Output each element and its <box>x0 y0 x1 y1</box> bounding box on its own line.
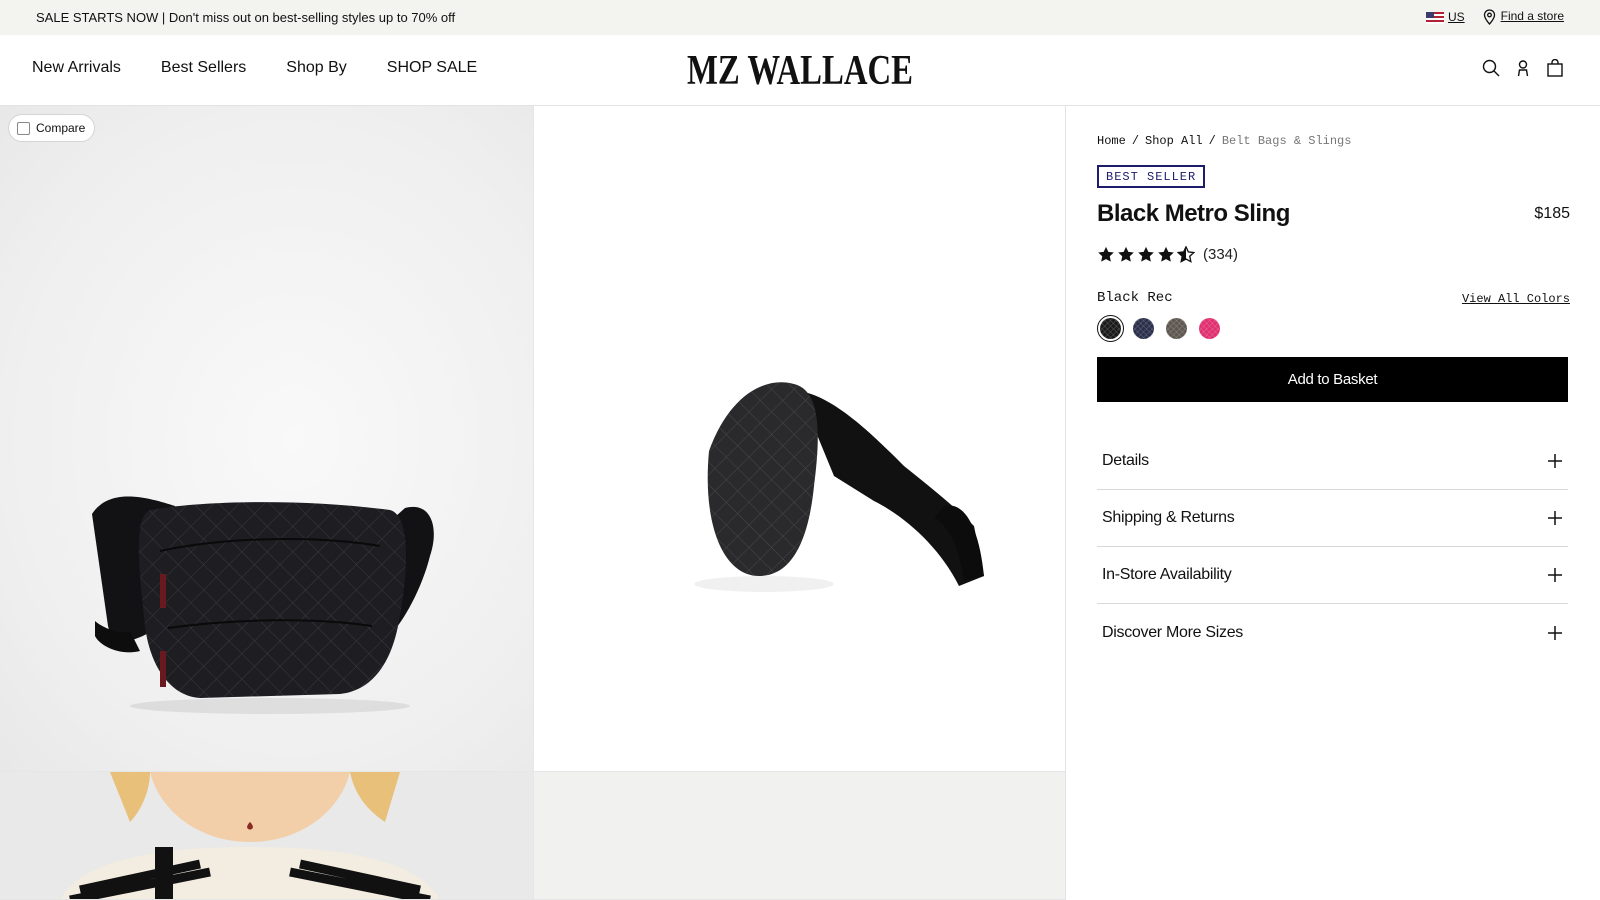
swatch-fill <box>1166 318 1187 339</box>
product-image-model[interactable] <box>0 772 534 900</box>
breadcrumb: Home / Shop All / Belt Bags & Slings <box>1097 134 1352 148</box>
accordion-shipping-returns[interactable]: Shipping & Returns <box>1097 490 1568 547</box>
accordion-in-store-availability[interactable]: In-Store Availability <box>1097 547 1568 604</box>
swatch-brown[interactable] <box>1163 315 1190 342</box>
plus-icon <box>1548 454 1562 468</box>
half-star-icon <box>1177 246 1195 263</box>
region-label: US <box>1447 10 1465 24</box>
site-header: New Arrivals Best Sellers Shop By SHOP S… <box>0 35 1600 106</box>
breadcrumb-home[interactable]: Home <box>1097 134 1126 148</box>
product-image-side[interactable] <box>534 106 1066 772</box>
promo-links: US Find a store <box>1425 9 1564 25</box>
bag-front-illustration <box>92 496 434 714</box>
review-count: (334) <box>1203 246 1239 263</box>
swatch-navy[interactable] <box>1130 315 1157 342</box>
model-illustration <box>60 772 440 899</box>
promo-bar: SALE STARTS NOW | Don't miss out on best… <box>0 0 1600 35</box>
view-all-colors-link[interactable]: View All Colors <box>1462 292 1570 306</box>
product-gallery: Compare <box>0 106 1066 900</box>
us-flag-icon <box>1425 11 1444 24</box>
product-price: $185 <box>1534 205 1570 222</box>
star-icon <box>1138 246 1154 262</box>
star-icon <box>1098 246 1114 262</box>
accordion-discover-more-sizes[interactable]: Discover More Sizes <box>1097 604 1568 661</box>
selected-color-name: Black Rec <box>1097 290 1173 306</box>
nav-new-arrivals[interactable]: New Arrivals <box>32 59 121 77</box>
plus-icon <box>1548 625 1562 640</box>
swatch-black[interactable] <box>1097 315 1124 342</box>
best-seller-badge: BEST SELLER <box>1097 165 1206 188</box>
accordion-label: In-Store Availability <box>1102 566 1232 583</box>
breadcrumb-current[interactable]: Belt Bags & Slings <box>1222 134 1352 148</box>
basket-icon[interactable] <box>1546 59 1564 77</box>
accordion-details[interactable]: Details <box>1097 433 1568 490</box>
add-to-basket-button[interactable]: Add to Basket <box>1097 357 1568 402</box>
swatch-fill <box>1133 318 1154 339</box>
compare-checkbox[interactable] <box>17 121 30 135</box>
star-icon <box>1158 246 1174 262</box>
location-pin-icon <box>1483 9 1495 25</box>
swatch-fill <box>1199 318 1220 339</box>
account-icon[interactable] <box>1514 59 1532 77</box>
site-logo[interactable]: MZ WALLACE <box>176 47 1424 95</box>
product-accordion: Details Shipping & Returns In-Store Avai… <box>1097 433 1568 661</box>
product-panel: Home / Shop All / Belt Bags & Slings BEST SE… <box>1066 106 1600 900</box>
accordion-label: Details <box>1102 452 1149 469</box>
accordion-label: Shipping & Returns <box>1102 509 1235 526</box>
product-image-front[interactable]: Compare <box>0 106 534 772</box>
star-icon <box>1118 246 1134 262</box>
plus-icon <box>1548 568 1562 582</box>
compare-label: Compare <box>36 121 86 135</box>
swatch-pink[interactable] <box>1196 315 1223 342</box>
compare-toggle[interactable]: Compare <box>8 114 96 142</box>
product-image-detail[interactable] <box>534 772 1066 900</box>
bag-side-illustration <box>694 382 984 592</box>
rating[interactable]: (334) <box>1097 246 1238 263</box>
breadcrumb-shop-all[interactable]: Shop All <box>1145 134 1203 148</box>
search-icon[interactable] <box>1482 59 1500 77</box>
color-swatches <box>1097 315 1223 342</box>
product-title: Black Metro Sling <box>1097 200 1290 227</box>
header-icons <box>1482 59 1564 77</box>
swatch-fill <box>1100 318 1121 339</box>
promo-text: SALE STARTS NOW | Don't miss out on best… <box>36 10 456 25</box>
find-store-link[interactable]: Find a store <box>1483 9 1564 25</box>
find-store-label: Find a store <box>1500 9 1564 24</box>
region-selector[interactable]: US <box>1425 10 1465 24</box>
plus-icon <box>1548 511 1562 525</box>
accordion-label: Discover More Sizes <box>1102 623 1244 641</box>
